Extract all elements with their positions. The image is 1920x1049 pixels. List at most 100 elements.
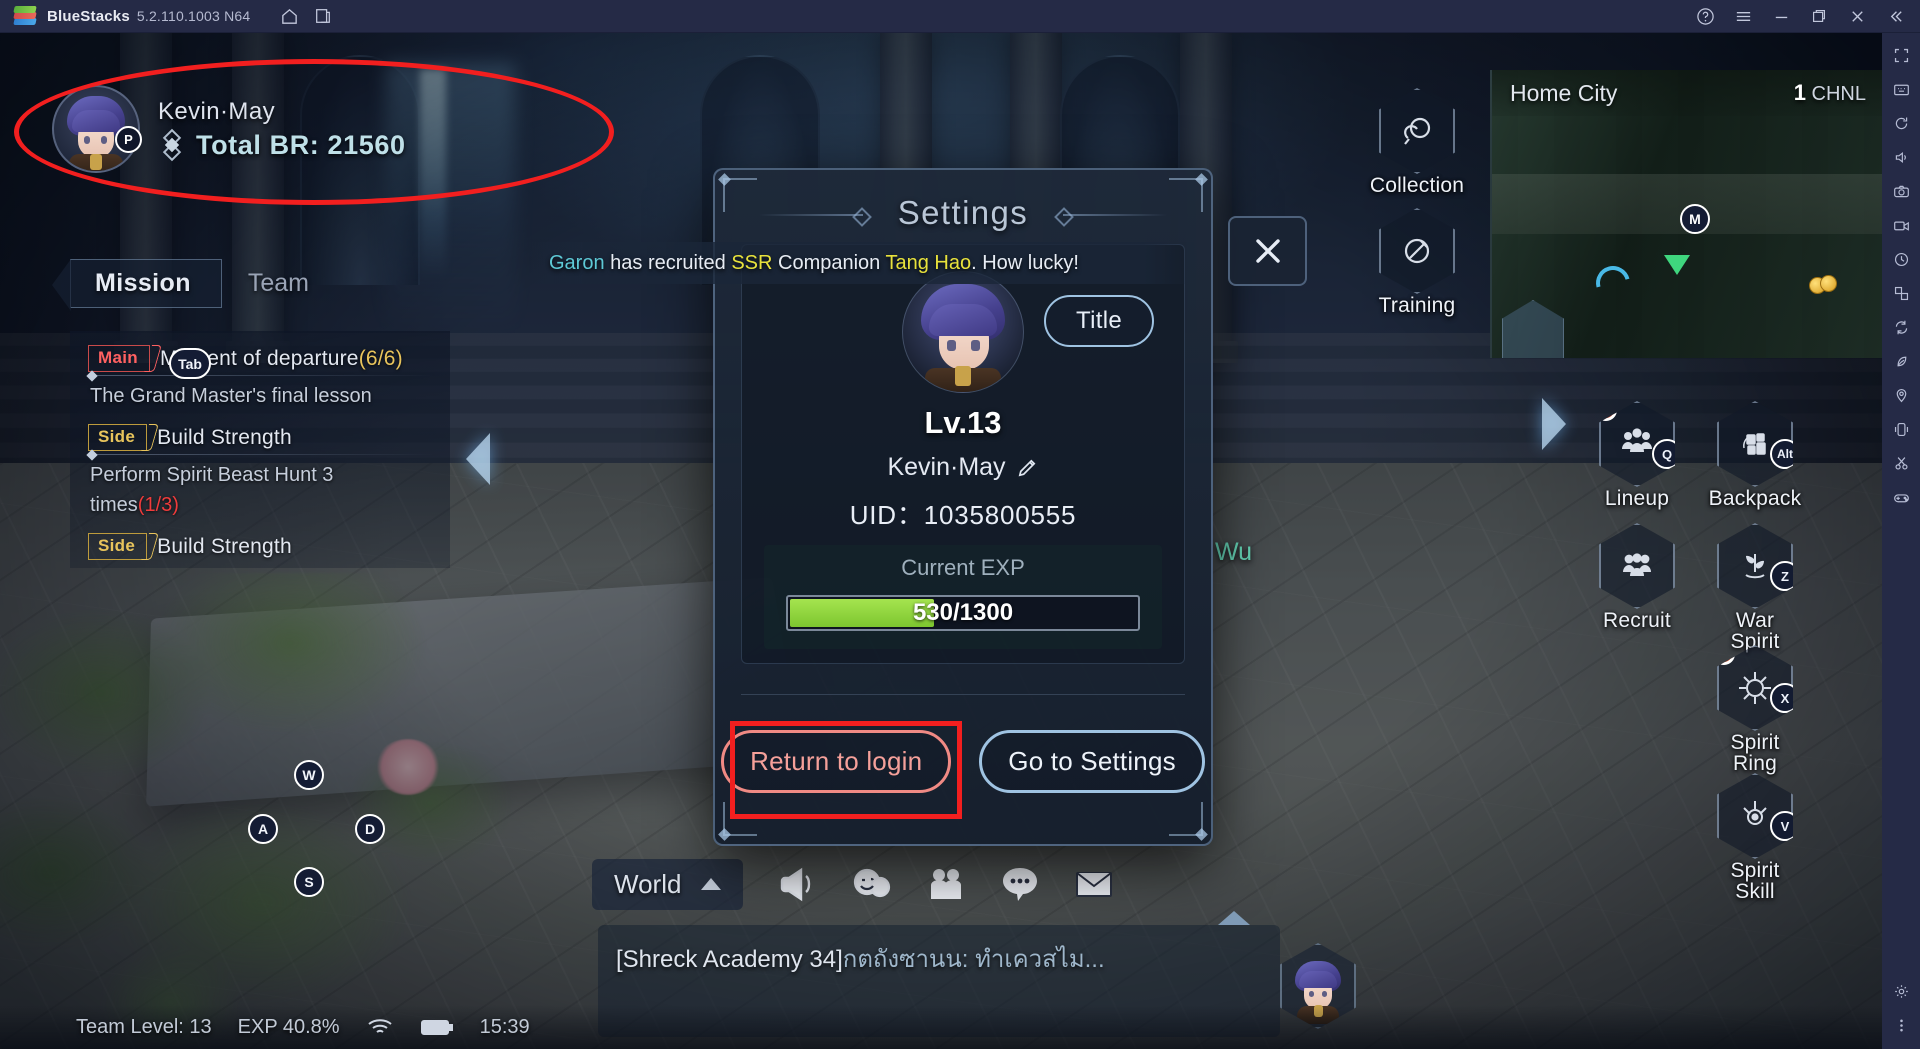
dialog-corner-ornament: [1169, 802, 1203, 836]
status-bar: Team Level: 13 EXP 40.8% 15:39: [0, 1005, 1882, 1049]
emoji-icon[interactable]: [835, 853, 909, 915]
megaphone-icon[interactable]: [761, 853, 835, 915]
gamepad-icon[interactable]: [1884, 481, 1918, 513]
player-avatar[interactable]: P: [52, 85, 142, 173]
button-spirit-skill[interactable]: V Spirit Skill: [1712, 773, 1798, 903]
tab-mission[interactable]: Mission: [52, 259, 222, 311]
button-backpack[interactable]: Alt Backpack: [1709, 401, 1801, 509]
keymap-badge-tab: Tab: [169, 348, 211, 379]
mission-item[interactable]: Side Build Strength Perform Spirit Beast…: [88, 424, 434, 517]
button-label: Recruit: [1603, 609, 1671, 632]
more-icon[interactable]: [1884, 1009, 1918, 1041]
bluestacks-sidebar[interactable]: [1882, 33, 1920, 1049]
title-button[interactable]: Title: [1044, 295, 1154, 347]
help-icon[interactable]: [1686, 0, 1724, 33]
mail-icon[interactable]: [1057, 853, 1131, 915]
notification-dot: [1717, 645, 1735, 665]
minimap-player-marker-icon: [1664, 255, 1690, 275]
screenshot-icon[interactable]: [1884, 175, 1918, 207]
exp-percent: EXP 40.8%: [237, 1015, 340, 1038]
fullscreen-icon[interactable]: [1884, 39, 1918, 71]
close-icon[interactable]: [1838, 0, 1876, 33]
volume-icon[interactable]: [1884, 141, 1918, 173]
sync-icon[interactable]: [1884, 311, 1918, 343]
minimap[interactable]: M Home City 1 CHNL: [1490, 70, 1882, 358]
war-spirit-icon: Z: [1717, 523, 1793, 609]
nav-arrow-left-icon[interactable]: [466, 433, 490, 485]
profile-avatar[interactable]: [902, 271, 1024, 393]
background-foliage: [0, 573, 660, 1049]
quest-subtitle: The Grand Master's final lesson: [90, 385, 372, 407]
player-hud[interactable]: P Kevin·May Total BR: 21560: [52, 85, 406, 173]
home-icon[interactable]: [272, 0, 306, 33]
return-to-login-button[interactable]: Return to login: [721, 730, 952, 793]
collection-icon: [1379, 88, 1455, 174]
chat-toolbar[interactable]: World: [592, 853, 1131, 915]
keymap-badge-x: X: [1770, 683, 1793, 713]
mission-list[interactable]: Main Moment of departure(6/6) The Grand …: [70, 331, 450, 568]
profile-card: Title Lv.13 Kevin·May UID：1035800555 Cur…: [741, 244, 1185, 664]
multi-instance-icon[interactable]: [306, 0, 340, 33]
button-spirit-ring[interactable]: X Spirit Ring: [1712, 645, 1798, 775]
button-label: Training: [1378, 294, 1456, 317]
dialog-corner-ornament: [723, 802, 757, 836]
speech-bubble-icon[interactable]: [983, 853, 1057, 915]
chat-expand-caret-icon[interactable]: [1218, 911, 1250, 925]
player-name: Kevin·May: [158, 97, 275, 125]
macro-icon[interactable]: [1884, 243, 1918, 275]
keymap-badge-w: W: [294, 760, 324, 790]
chat-message-body: กตถังซานน: ทำเควสไม...: [842, 946, 1105, 973]
player-uid: UID：1035800555: [742, 495, 1184, 532]
bluestacks-logo-icon: [13, 5, 37, 27]
total-br-value: Total BR: 21560: [196, 129, 406, 160]
friends-icon[interactable]: [909, 853, 983, 915]
close-icon: [1255, 239, 1280, 263]
keymap-badge-a: A: [248, 814, 278, 844]
shake-icon[interactable]: [1884, 413, 1918, 445]
button-war-spirit[interactable]: Z War Spirit: [1712, 523, 1798, 653]
mission-item[interactable]: Side Build Strength: [88, 533, 434, 560]
button-label: Spirit Ring: [1730, 731, 1780, 776]
collapse-icon[interactable]: [1876, 0, 1914, 33]
backpack-icon: Alt: [1717, 401, 1793, 487]
keymap-badge-m: M: [1680, 204, 1710, 234]
mission-item[interactable]: Main Moment of departure(6/6) The Grand …: [88, 345, 434, 408]
keymap-icon[interactable]: [1884, 73, 1918, 105]
exp-progress-text: 530/1300: [912, 599, 1014, 626]
nav-arrow-right-icon[interactable]: [1542, 398, 1566, 450]
minimize-icon[interactable]: [1762, 0, 1800, 33]
chevron-up-icon: [701, 878, 722, 890]
button-training[interactable]: Training: [1374, 208, 1460, 316]
location-icon[interactable]: [1884, 379, 1918, 411]
minimap-channel[interactable]: 1 CHNL: [1794, 80, 1866, 106]
go-to-settings-button[interactable]: Go to Settings: [979, 730, 1205, 793]
button-label: Backpack: [1708, 487, 1802, 510]
mission-team-tabs[interactable]: Mission Team: [52, 259, 335, 311]
dialog-close-button[interactable]: [1228, 216, 1307, 286]
eco-mode-icon[interactable]: [1884, 345, 1918, 377]
uid-label: UID：: [849, 500, 924, 530]
button-collection[interactable]: Collection: [1370, 88, 1464, 196]
trim-icon[interactable]: [1884, 447, 1918, 479]
tab-team[interactable]: Team: [222, 260, 335, 307]
settings-icon[interactable]: [1884, 975, 1918, 1007]
npc-name-label: Wu: [1215, 538, 1253, 566]
maximize-icon[interactable]: [1800, 0, 1838, 33]
player-level: Lv.13: [924, 405, 1002, 440]
avatar-portrait: [911, 282, 1015, 392]
keymap-badge-z: Z: [1770, 561, 1793, 591]
lineup-icon: Q: [1599, 401, 1675, 487]
pencil-icon[interactable]: [1016, 456, 1039, 479]
chat-channel-selector[interactable]: World: [592, 858, 744, 910]
button-lineup[interactable]: Q Lineup: [1594, 401, 1680, 509]
menu-icon[interactable]: [1724, 0, 1762, 33]
channel-label: CHNL: [1811, 83, 1866, 105]
game-viewport[interactable]: P Kevin·May Total BR: 21560 Mission Team…: [0, 33, 1882, 1049]
rotate-icon[interactable]: [1884, 107, 1918, 139]
record-icon[interactable]: [1884, 209, 1918, 241]
profile-player-name: Kevin·May: [887, 453, 1006, 481]
multi-instance-sync-icon[interactable]: [1884, 277, 1918, 309]
settings-dialog[interactable]: Settings Title Lv.13 Kevin·May UID：10358…: [713, 168, 1213, 846]
quest-tag-side: Side: [88, 424, 148, 451]
button-recruit[interactable]: Recruit: [1594, 523, 1680, 631]
